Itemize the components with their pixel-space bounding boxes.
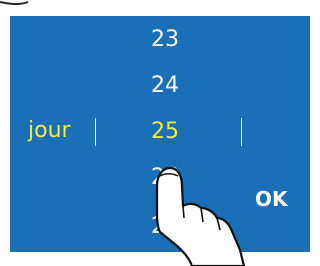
picker-option-25-selected[interactable]: 25 — [150, 121, 180, 143]
picker-option-23[interactable]: 23 — [150, 29, 180, 51]
picker-option-27[interactable]: 27 — [150, 216, 180, 238]
ok-button[interactable]: OK — [255, 189, 288, 209]
picker-option-24[interactable]: 24 — [150, 75, 180, 97]
picker-label-jour: jour — [28, 118, 71, 143]
picker-separator-left — [95, 118, 96, 146]
picker-option-26[interactable]: 26 — [150, 167, 180, 189]
picker-separator-right — [241, 118, 242, 146]
